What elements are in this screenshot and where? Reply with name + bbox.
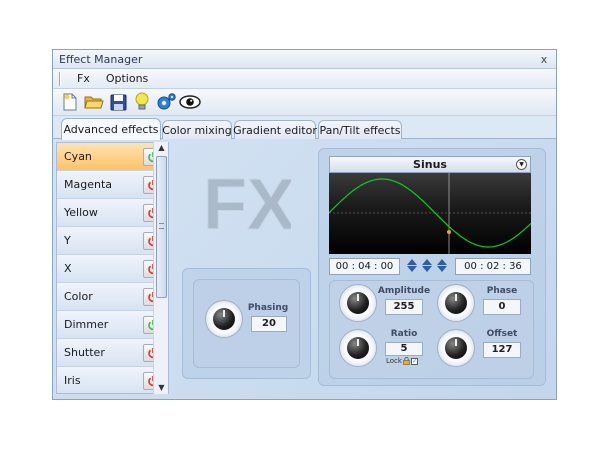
knob-cap (445, 292, 467, 314)
spin-down-icon[interactable] (436, 266, 447, 272)
channel-dimmer[interactable]: Dimmer (57, 311, 168, 339)
waveform-selector[interactable]: Sinus ▼ (329, 156, 531, 173)
channel-label: Shutter (64, 346, 105, 359)
phase-knob[interactable] (437, 284, 475, 322)
channel-label: Color (64, 290, 93, 303)
waveform-graph (329, 173, 531, 254)
spin-down-icon[interactable] (406, 266, 417, 272)
knob-cap (213, 308, 235, 330)
duration-field[interactable]: 00 : 04 : 00 (329, 258, 400, 275)
phasing-knob[interactable] (205, 300, 243, 338)
spin-up-icon[interactable] (421, 259, 432, 265)
tab-advanced-effects[interactable]: Advanced effects (61, 118, 161, 140)
spin-up-icon[interactable] (436, 259, 447, 265)
effect-manager-window: Effect Manager x Fx Options Advanced eff… (52, 49, 557, 400)
waveform-name: Sinus (413, 158, 447, 171)
title-bar: Effect Manager x (53, 50, 556, 69)
tab-gradient-editor[interactable]: Gradient editor (233, 120, 317, 139)
amplitude-value[interactable]: 255 (385, 299, 423, 315)
spin-down-icon[interactable] (421, 266, 432, 272)
save-icon (110, 94, 126, 110)
channel-label: Dimmer (64, 318, 109, 331)
channel-label: X (64, 262, 72, 275)
fx-logo: FX (203, 167, 292, 237)
tab-strip: Advanced effects Color mixing Gradient e… (53, 117, 556, 140)
open-button[interactable] (83, 91, 105, 113)
channel-y[interactable]: Y (57, 227, 168, 255)
wave-panel: Sinus ▼ 00 : 04 : 00 00 : 02 : 36 Amplit… (318, 148, 546, 386)
lock-icon (403, 357, 410, 365)
channel-shutter[interactable]: Shutter (57, 339, 168, 367)
settings-gear-icon (157, 93, 176, 110)
phase-label: Phase (486, 286, 518, 296)
phase-value[interactable]: 0 (483, 299, 521, 315)
open-folder-icon (84, 96, 104, 109)
ratio-knob[interactable] (339, 329, 377, 367)
hours-spinner[interactable] (405, 258, 418, 275)
amplitude-knob[interactable] (339, 284, 377, 322)
lightbulb-icon (135, 92, 149, 110)
lock-label: Lock (386, 357, 402, 365)
channel-label: Y (64, 234, 71, 247)
tab-pan-tilt-effects[interactable]: Pan/Tilt effects (318, 120, 402, 139)
settings-button[interactable] (155, 91, 177, 113)
advanced-effects-content: Cyan Magenta Yellow Y X Color Dimmer Shu… (53, 139, 556, 399)
knob-cap (445, 337, 467, 359)
phasing-label: Phasing (247, 303, 289, 313)
graph-background (329, 173, 531, 254)
new-file-icon (63, 93, 77, 111)
chevron-down-icon[interactable]: ▼ (516, 159, 527, 170)
seconds-spinner[interactable] (435, 258, 448, 275)
new-file-button[interactable] (59, 91, 81, 113)
menu-fx[interactable]: Fx (69, 72, 98, 85)
tab-color-mixing[interactable]: Color mixing (162, 120, 232, 139)
toolbar (53, 89, 556, 116)
channel-label: Iris (64, 374, 81, 387)
channel-yellow[interactable]: Yellow (57, 199, 168, 227)
eye-icon (179, 95, 201, 109)
channel-label: Magenta (64, 178, 113, 191)
channel-label: Yellow (64, 206, 98, 219)
ratio-lock[interactable]: Lock ✓ (386, 357, 418, 365)
menu-grip (59, 71, 61, 86)
knob-cap (347, 292, 369, 314)
channel-scrollbar[interactable]: ▲ ▼ (153, 142, 168, 394)
menu-bar: Fx Options (53, 69, 556, 89)
menu-options[interactable]: Options (98, 72, 156, 85)
fx-logo-text: FX (203, 167, 291, 237)
scroll-up-icon[interactable]: ▲ (154, 142, 169, 154)
lock-checkbox[interactable]: ✓ (410, 357, 418, 365)
channel-label: Cyan (64, 150, 92, 163)
offset-knob[interactable] (437, 329, 475, 367)
scroll-down-icon[interactable]: ▼ (154, 382, 169, 394)
channel-color[interactable]: Color (57, 283, 168, 311)
channel-x[interactable]: X (57, 255, 168, 283)
save-button[interactable] (107, 91, 129, 113)
phasing-value[interactable]: 20 (251, 316, 287, 332)
channel-cyan[interactable]: Cyan (57, 143, 168, 171)
spin-up-icon[interactable] (406, 259, 417, 265)
lightbulb-button[interactable] (131, 91, 153, 113)
channel-iris[interactable]: Iris (57, 367, 168, 393)
scroll-thumb[interactable] (156, 156, 167, 298)
knob-cap (347, 337, 369, 359)
offset-label: Offset (486, 329, 518, 339)
ratio-label: Ratio (390, 329, 418, 339)
phasing-panel: Phasing 20 (182, 268, 311, 379)
scroll-grip (159, 223, 164, 229)
close-button[interactable]: x (538, 53, 550, 66)
channel-magenta[interactable]: Magenta (57, 171, 168, 199)
minutes-spinner[interactable] (420, 258, 433, 275)
position-field[interactable]: 00 : 02 : 36 (455, 258, 531, 275)
window-title: Effect Manager (59, 52, 143, 66)
amplitude-label: Amplitude (377, 286, 431, 296)
preview-button[interactable] (179, 91, 201, 113)
position-marker (447, 230, 451, 234)
ratio-value[interactable]: 5 (385, 342, 423, 356)
offset-value[interactable]: 127 (483, 342, 521, 358)
